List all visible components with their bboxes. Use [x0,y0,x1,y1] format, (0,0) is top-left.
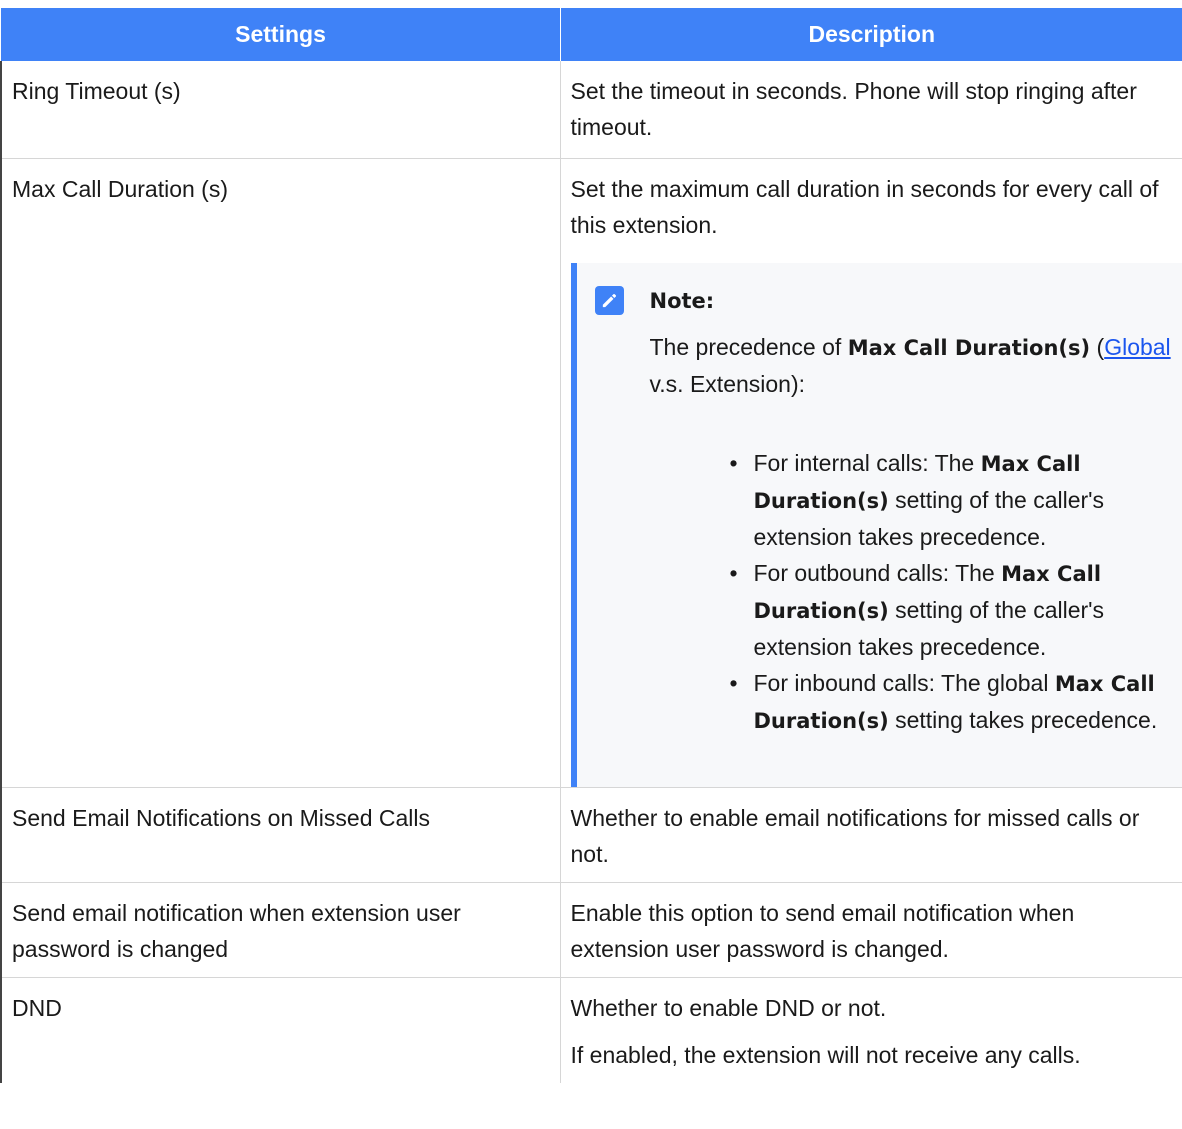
setting-name: Ring Timeout (s) [0,61,561,159]
note-intro-text: The precedence of [649,333,848,360]
table-header-row: Settings Description [0,8,1182,61]
setting-label: Max Call Duration (s) [12,175,228,202]
note-intro-suffix: v.s. Extension): [649,370,806,397]
description-text: Whether to enable DND or not. [570,994,887,1021]
list-item: • For internal calls: The Max Call Durati… [730,445,1174,555]
note-intro: The precedence of Max Call Duration(s) (… [650,329,1174,402]
setting-description: Whether to enable DND or not. If enabled… [559,977,1182,1083]
description-text: Enable this option to send email notific… [570,899,1075,962]
note-box: Note: The precedence of Max Call Duratio… [570,262,1182,787]
description-text: If enabled, the extension will not recei… [570,1041,1081,1068]
note-intro-bold: Max Call Duration(s) [847,335,1091,360]
note-intro-paren: ( [1090,333,1105,360]
bullet: • [729,449,738,476]
list-item-text: For inbound calls: The global [753,669,1055,696]
table-row: Send email notification when extension u… [0,882,1182,978]
pencil-icon [594,286,624,315]
settings-table: Settings Description Ring Timeout (s) Se… [0,8,1182,1083]
description-text: Set the timeout in seconds. Phone will s… [570,78,1137,140]
table-row: Ring Timeout (s) Set the timeout in seco… [0,61,1182,159]
note-body: The precedence of Max Call Duration(s) (… [650,329,1174,739]
setting-description: Enable this option to send email notific… [559,882,1182,978]
setting-label: Ring Timeout (s) [12,78,181,104]
setting-description: Set the maximum call duration in seconds… [559,158,1182,788]
table-row: Send Email Notifications on Missed Calls… [0,787,1182,883]
setting-label: Send Email Notifications on Missed Calls [12,804,431,831]
header-settings: Settings [0,8,560,61]
list-item: • For inbound calls: The global Max Call … [730,665,1174,739]
list-item-suffix: setting takes precedence. [888,706,1158,733]
note-list: • For internal calls: The Max Call Durati… [650,445,1174,739]
list-item-text: For outbound calls: The [753,559,1002,586]
setting-description: Set the timeout in seconds. Phone will s… [559,61,1182,159]
header-description: Description [559,8,1182,61]
list-item-text: For internal calls: The [753,449,981,476]
bullet: • [729,669,738,696]
setting-name: DND [0,977,561,1083]
setting-label: DND [12,994,62,1021]
table-row: DND Whether to enable DND or not. If ena… [0,977,1182,1083]
global-link[interactable]: Global [1104,334,1170,360]
note-title: Note: [649,288,715,313]
description-text: Set the maximum call duration in seconds… [570,175,1159,238]
setting-name: Send email notification when extension u… [0,882,561,978]
note-header: Note: [594,281,1174,321]
setting-description: Whether to enable email notifications fo… [559,787,1182,883]
setting-name: Send Email Notifications on Missed Calls [0,787,561,883]
description-text: Whether to enable email notifications fo… [570,804,1140,867]
setting-name: Max Call Duration (s) [0,158,561,788]
list-item: • For outbound calls: The Max Call Durati… [730,555,1174,665]
setting-label: Send email notification when extension u… [12,899,461,962]
bullet: • [729,559,738,586]
table-row: Max Call Duration (s) Set the maximum ca… [0,158,1182,788]
